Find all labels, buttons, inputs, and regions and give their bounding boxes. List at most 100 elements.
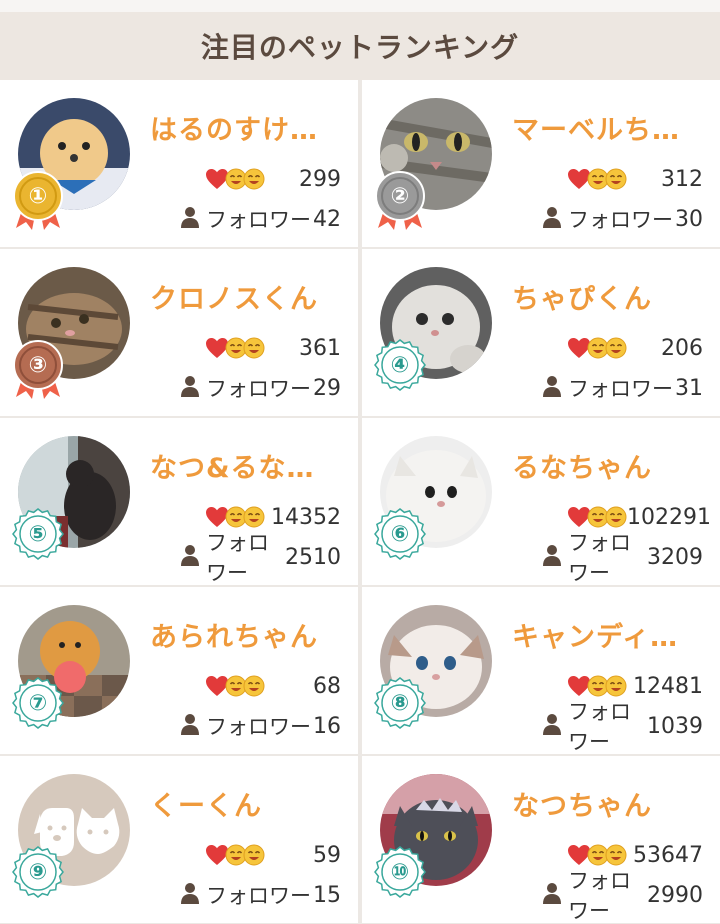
likes-row: 299 (205, 164, 341, 194)
person-icon (180, 713, 206, 740)
ranking-card[interactable]: ④ ちゃぴくん 206 フォロワー 31 (362, 249, 720, 416)
followers-label: フォロワー (568, 700, 631, 754)
likes-row: 68 (205, 671, 341, 701)
rank-number: ① (28, 183, 48, 209)
rank-number: ⑧ (390, 690, 410, 716)
pet-name[interactable]: マーベルち… (512, 108, 712, 147)
likes-row: 312 (567, 164, 703, 194)
followers-count: 3209 (647, 544, 703, 570)
ranking-card[interactable]: ② マーベルち… 312 フォロワー 30 (362, 80, 720, 247)
followers-row: フォロワー 30 (542, 204, 703, 234)
followers-row: フォロワー 42 (180, 204, 341, 234)
reaction-icons (205, 844, 265, 866)
ranking-card[interactable]: ⑦ あられちゃん 68 フォロワー 16 (0, 587, 358, 754)
pet-name[interactable]: ちゃぴくん (512, 277, 712, 316)
laugh-icon (605, 675, 627, 697)
person-icon (180, 206, 206, 233)
likes-count: 312 (661, 166, 703, 192)
rank-badge-icon: ⑩ (374, 846, 426, 906)
followers-count: 1039 (647, 713, 703, 739)
followers-row: フォロワー 31 (542, 373, 703, 403)
section-header: 注目のペットランキング (0, 12, 720, 80)
laugh-icon (243, 337, 265, 359)
laugh-icon (605, 506, 627, 528)
laugh-icon (605, 844, 627, 866)
ranking-card[interactable]: ③ クロノスくん 361 フォロワー 29 (0, 249, 358, 416)
followers-row: フォロワー 2990 (542, 869, 703, 923)
likes-count: 14352 (271, 504, 341, 530)
reaction-icons (205, 168, 265, 190)
person-icon (180, 882, 206, 909)
followers-label: フォロワー (568, 208, 673, 232)
reaction-icons (567, 506, 627, 528)
person-icon (542, 375, 568, 402)
pet-name[interactable]: あられちゃん (150, 615, 350, 654)
followers-row: フォロワー 2510 (180, 531, 341, 585)
pet-name[interactable]: クロノスくん (150, 277, 350, 316)
followers-label: フォロワー (206, 208, 311, 232)
laugh-icon (243, 844, 265, 866)
rank-badge-icon: ④ (374, 339, 426, 399)
rank-number: ⑨ (28, 859, 48, 885)
followers-count: 42 (313, 206, 341, 232)
likes-row: 59 (205, 840, 341, 870)
rank-badge-icon: ② (374, 170, 426, 230)
likes-count: 12481 (633, 673, 703, 699)
reaction-icons (567, 337, 627, 359)
followers-label: フォロワー (206, 377, 311, 401)
rank-badge-icon: ⑦ (12, 677, 64, 737)
pet-name[interactable]: なつちゃん (512, 784, 712, 823)
followers-label: フォロワー (206, 884, 311, 908)
followers-count: 15 (313, 882, 341, 908)
ranking-card[interactable]: ① はるのすけ… 299 フォロワー 42 (0, 80, 358, 247)
top-strip (0, 0, 720, 12)
followers-row: フォロワー 29 (180, 373, 341, 403)
rank-badge-icon: ⑨ (12, 846, 64, 906)
rank-number: ⑦ (28, 690, 48, 716)
likes-count: 206 (661, 335, 703, 361)
person-icon (542, 206, 568, 233)
laugh-icon (605, 168, 627, 190)
rank-number: ⑩ (390, 859, 410, 885)
likes-count: 59 (313, 842, 341, 868)
likes-row: 361 (205, 333, 341, 363)
pet-name[interactable]: くーくん (150, 784, 350, 823)
person-icon (542, 713, 568, 740)
rank-badge-icon: ③ (12, 339, 64, 399)
rank-badge-icon: ⑧ (374, 677, 426, 737)
rank-number: ③ (28, 352, 48, 378)
person-icon (542, 544, 568, 571)
followers-row: フォロワー 1039 (542, 700, 703, 754)
laugh-icon (243, 675, 265, 697)
ranking-card[interactable]: ⑧ キャンディ… 12481 フォロワー 1039 (362, 587, 720, 754)
ranking-card[interactable]: ⑩ なつちゃん 53647 フォロワー 2990 (362, 756, 720, 923)
rank-number: ⑥ (390, 521, 410, 547)
pet-name[interactable]: るなちゃん (512, 446, 712, 485)
likes-count: 361 (299, 335, 341, 361)
followers-label: フォロワー (568, 869, 631, 923)
rank-number: ② (390, 183, 410, 209)
pet-name[interactable]: キャンディ… (512, 615, 712, 654)
person-icon (542, 882, 568, 909)
pet-name[interactable]: はるのすけ… (150, 108, 350, 147)
page-title: 注目のペットランキング (200, 31, 520, 64)
rank-badge-icon: ① (12, 170, 64, 230)
ranking-card[interactable]: ⑥ るなちゃん 102291 フォロワー 3209 (362, 418, 720, 585)
pet-name[interactable]: なつ&るな… (150, 446, 350, 485)
laugh-icon (243, 168, 265, 190)
followers-label: フォロワー (206, 531, 269, 585)
reaction-icons (567, 168, 627, 190)
rank-number: ④ (390, 352, 410, 378)
likes-count: 68 (313, 673, 341, 699)
ranking-card[interactable]: ⑤ なつ&るな… 14352 フォロワー 2510 (0, 418, 358, 585)
likes-row: 206 (567, 333, 703, 363)
rank-badge-icon: ⑤ (12, 508, 64, 568)
followers-count: 2510 (285, 544, 341, 570)
laugh-icon (243, 506, 265, 528)
ranking-card[interactable]: ⑨ くーくん 59 フォロワー 15 (0, 756, 358, 923)
followers-count: 2990 (647, 882, 703, 908)
followers-row: フォロワー 3209 (542, 531, 703, 585)
person-icon (180, 375, 206, 402)
followers-count: 30 (675, 206, 703, 232)
likes-count: 299 (299, 166, 341, 192)
